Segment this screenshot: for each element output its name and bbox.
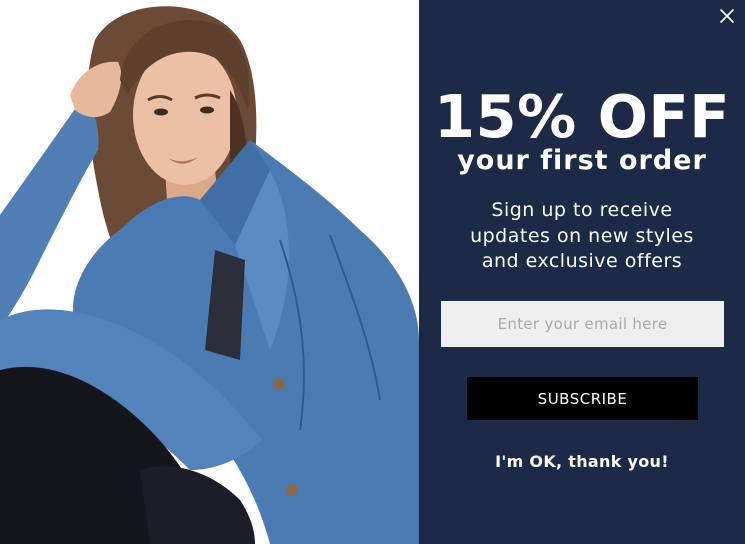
email-input[interactable] xyxy=(441,301,724,347)
discount-subhead: your first order xyxy=(457,145,707,176)
model-in-denim-jacket-image xyxy=(0,0,419,544)
close-button[interactable] xyxy=(717,6,737,26)
close-icon xyxy=(720,9,734,23)
signup-description: Sign up to receive updates on new styles… xyxy=(470,199,694,272)
discount-headline: 15% OFF xyxy=(433,82,731,151)
decline-link[interactable]: I'm OK, thank you! xyxy=(419,451,745,473)
offer-panel: 15% OFF your first order Sign up to rece… xyxy=(419,0,745,544)
subscribe-button[interactable]: SUBSCRIBE xyxy=(467,377,698,420)
signup-popup: 15% OFF your first order Sign up to rece… xyxy=(0,0,745,544)
promo-photo xyxy=(0,0,419,544)
